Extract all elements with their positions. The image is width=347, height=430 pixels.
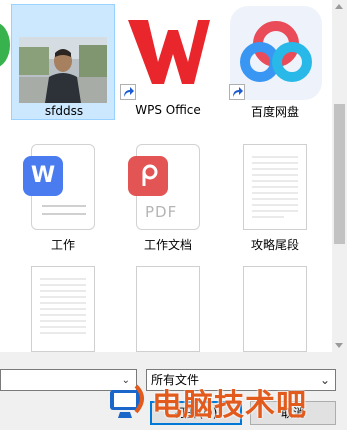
file-label: 工作 (50, 238, 75, 252)
vertical-scrollbar[interactable] (332, 0, 347, 352)
watermark-text: 电脑技术吧 (152, 388, 307, 423)
photo-thumbnail (19, 37, 107, 103)
file-label: 工作文档 (143, 238, 192, 252)
file-tile-baidu-netdisk[interactable]: 百度网盘 (223, 4, 327, 120)
pdf-icon (128, 156, 168, 196)
text-document-icon (243, 144, 307, 230)
shortcut-arrow-icon (120, 84, 136, 100)
partial-item-icon[interactable] (0, 22, 10, 68)
file-label: 百度网盘 (250, 105, 299, 119)
file-tile-sfddss[interactable]: sfddss (11, 4, 115, 120)
scrollbar-thumb[interactable] (334, 104, 345, 244)
file-tile-work[interactable]: W 工作 (11, 140, 115, 256)
file-tile-wps-office[interactable]: WPS Office (116, 4, 220, 120)
file-tile-work-document[interactable]: PDF 工作文档 (116, 140, 220, 256)
word-icon: W (23, 156, 63, 196)
scroll-down-icon[interactable] (335, 343, 343, 348)
file-tile[interactable] (11, 262, 115, 352)
blank-document-icon (243, 266, 307, 352)
file-label: WPS Office (135, 103, 201, 117)
blank-document-icon (136, 266, 200, 352)
file-label: sfddss (44, 104, 84, 118)
file-list-pane: sfddss WPS Office 百度网盘 W 工作 PDF 工作文档 攻略尾… (0, 0, 332, 352)
file-tile[interactable] (223, 262, 327, 352)
pdf-label: PDF (145, 203, 178, 221)
wps-office-icon (124, 14, 212, 90)
file-label: 攻略尾段 (250, 238, 299, 252)
watermark-logo-icon (106, 382, 148, 422)
scroll-up-icon[interactable] (335, 4, 343, 9)
file-tile[interactable] (116, 262, 220, 352)
file-tile-guide[interactable]: 攻略尾段 (223, 140, 327, 256)
shortcut-arrow-icon (229, 84, 245, 100)
watermark: 电脑技术吧 (104, 378, 347, 426)
text-document-icon (31, 266, 95, 352)
